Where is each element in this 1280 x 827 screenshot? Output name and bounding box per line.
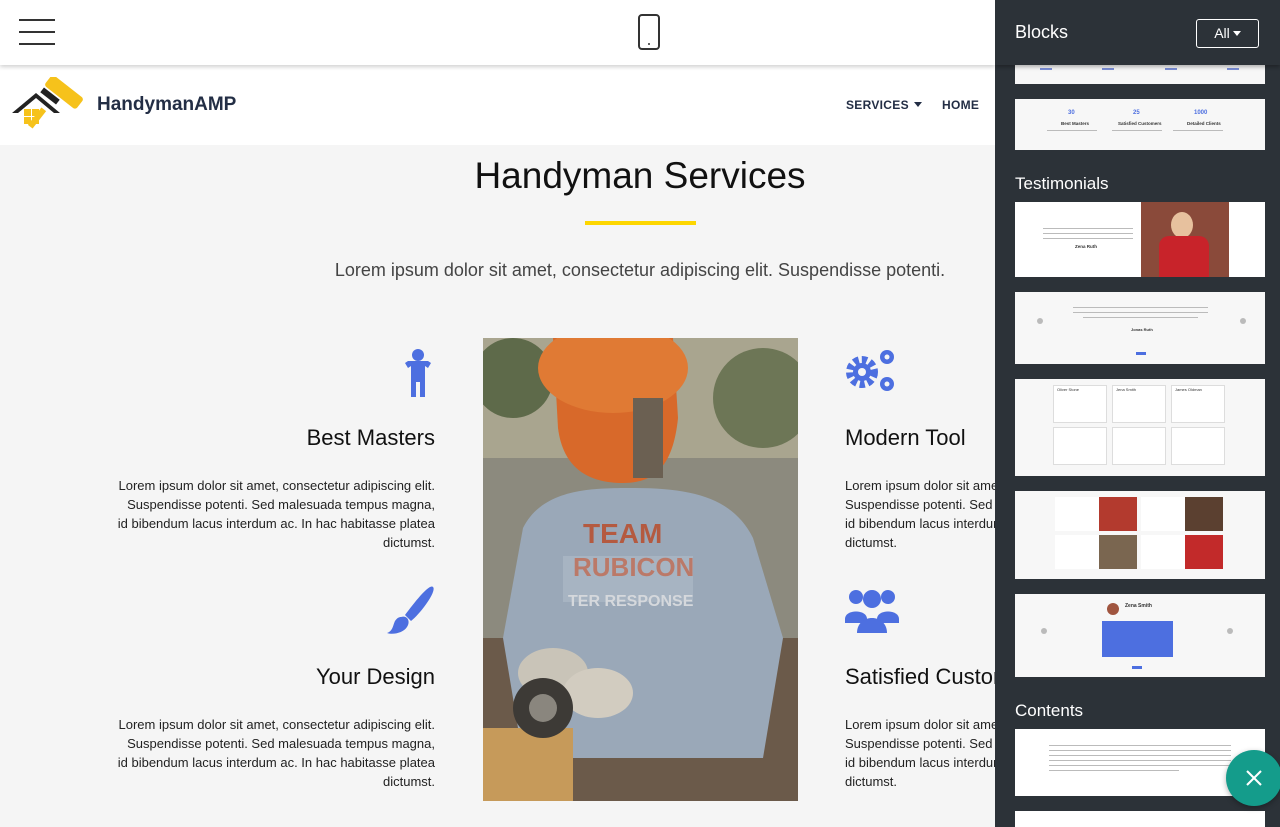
block-thumbnail[interactable]: Zena Smith — [1015, 594, 1265, 677]
testimonial-name: James Oldman — [1175, 387, 1202, 392]
counter-value: 30 — [1068, 110, 1075, 116]
page-subtitle: Lorem ipsum dolor sit amet, consectetur … — [334, 260, 946, 280]
title-underline — [585, 221, 696, 225]
section-heading-contents: Contents — [1015, 701, 1084, 720]
feature-text: Lorem ipsum dolor sit amet, consectetur … — [845, 478, 995, 550]
block-filter-dropdown[interactable]: All — [1196, 19, 1259, 48]
block-thumbnail[interactable] — [1015, 811, 1265, 827]
brush-icon — [387, 586, 434, 634]
person-icon — [405, 349, 431, 397]
feature-text: Lorem ipsum dolor sit amet, consectetur … — [845, 717, 995, 789]
testimonial-name: Zena Ruth — [1075, 244, 1097, 249]
feature-title: Modern Tool — [845, 425, 966, 450]
services-section: Handyman Services Lorem ipsum dolor sit … — [0, 145, 995, 827]
nav-item-label: HOME — [942, 98, 980, 112]
caret-down-icon — [1232, 31, 1241, 36]
caret-down-icon — [913, 102, 922, 107]
close-icon — [1246, 770, 1262, 786]
shirt-text: TEAM — [583, 518, 662, 549]
testimonial-name: Zena Smith — [1125, 603, 1152, 609]
sidebar-header: Blocks All — [995, 0, 1280, 65]
testimonial-name: Jena Smith — [1116, 387, 1137, 392]
hamburger-menu-icon[interactable] — [19, 19, 55, 45]
feature-text: Lorem ipsum dolor sit amet, consectetur … — [117, 717, 435, 789]
page-title: Handyman Services — [474, 155, 806, 196]
block-thumbnail[interactable]: Jonas Ruth — [1015, 292, 1265, 364]
shirt-text: TER RESPONSE — [568, 593, 694, 610]
brand-name[interactable]: HandymanAMP — [97, 94, 236, 116]
block-thumbnail[interactable]: 30 25 1000 Best Masters Satisfied Custom… — [1015, 99, 1265, 150]
filter-label: All — [1214, 25, 1230, 41]
feature-title: Your Design — [315, 664, 435, 689]
gears-icon — [846, 350, 894, 391]
feature-title: Satisfied Customers — [845, 664, 995, 689]
editor-toolbar — [0, 0, 995, 65]
mobile-preview-icon[interactable] — [638, 14, 660, 50]
testimonial-photo — [1141, 202, 1229, 277]
section-heading-testimonials: Testimonials — [1015, 174, 1109, 193]
nav-item-home[interactable]: HOME — [942, 98, 979, 112]
counter-label: Satisfied Customers — [1118, 121, 1162, 126]
feature-text: Lorem ipsum dolor sit amet, consectetur … — [117, 478, 435, 550]
counter-label: Detailed Clients — [1187, 121, 1221, 126]
block-thumbnail[interactable]: Zena Ruth — [1015, 202, 1265, 277]
sidebar-title: Blocks — [1015, 22, 1069, 42]
nav-item-label: SERVICES — [846, 98, 909, 112]
site-navbar: HandymanAMP SERVICES HOME — [0, 65, 995, 145]
counter-value: 1000 — [1194, 110, 1208, 116]
counter-value: 25 — [1133, 110, 1140, 116]
block-thumbnail[interactable]: Oliver Stone Jena Smith James Oldman — [1015, 379, 1265, 476]
close-blocks-button[interactable] — [1226, 750, 1280, 806]
testimonial-name: Jonas Ruth — [1131, 327, 1153, 332]
users-icon — [845, 590, 899, 633]
feature-title: Best Masters — [306, 425, 435, 450]
nav-item-services[interactable]: SERVICES — [846, 98, 922, 112]
blocks-sidebar: Blocks All 30 25 1000 Best Masters Satis… — [995, 0, 1280, 827]
worker-photo: TEAM RUBICON TER RESPONSE — [483, 338, 798, 801]
testimonial-name: Oliver Stone — [1057, 387, 1080, 392]
counter-label: Best Masters — [1061, 121, 1090, 126]
logo-icon[interactable] — [10, 77, 86, 133]
block-thumbnail[interactable] — [1015, 491, 1265, 579]
